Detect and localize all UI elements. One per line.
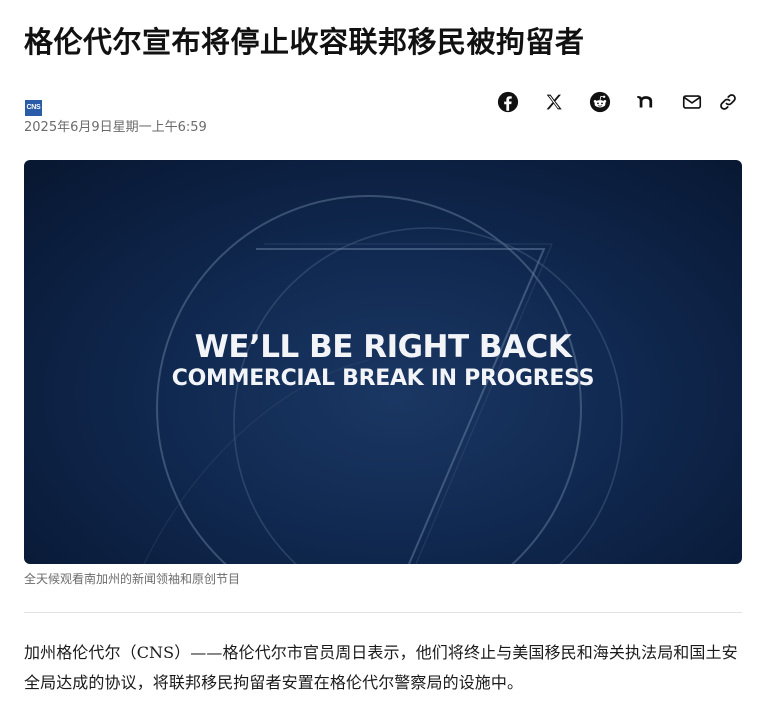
mail-icon	[682, 95, 702, 109]
share-x-button[interactable]	[531, 89, 577, 115]
reddit-icon	[589, 91, 611, 113]
source-logo[interactable]: CNS	[25, 100, 42, 116]
nextdoor-icon	[637, 96, 653, 108]
divider	[24, 612, 742, 613]
link-icon	[720, 94, 736, 110]
article-body-paragraph: 加州格伦代尔（CNS）——格伦代尔市官员周日表示，他们将终止与美国移民和海关执法…	[24, 643, 738, 692]
image-caption: 全天候观看南加州的新闻领袖和原创节目	[24, 572, 241, 586]
share-email-button[interactable]	[669, 89, 715, 115]
hero-subtitle: COMMERCIAL BREAK IN PROGRESS	[171, 366, 595, 391]
copy-link-button[interactable]	[715, 89, 741, 115]
x-icon	[546, 94, 562, 110]
share-reddit-button[interactable]	[577, 89, 623, 115]
publish-date: 2025年6月9日星期一上午6:59	[24, 120, 207, 135]
facebook-icon	[497, 91, 519, 113]
share-bar	[485, 89, 741, 115]
share-nextdoor-button[interactable]	[623, 89, 669, 115]
hero-image[interactable]: WE’LL BE RIGHT BACK COMMERCIAL BREAK IN …	[24, 160, 742, 564]
hero-title: WE’LL BE RIGHT BACK	[194, 329, 572, 365]
share-facebook-button[interactable]	[485, 89, 531, 115]
article-headline: 格伦代尔宣布将停止收容联邦移民被拘留者	[24, 25, 585, 59]
